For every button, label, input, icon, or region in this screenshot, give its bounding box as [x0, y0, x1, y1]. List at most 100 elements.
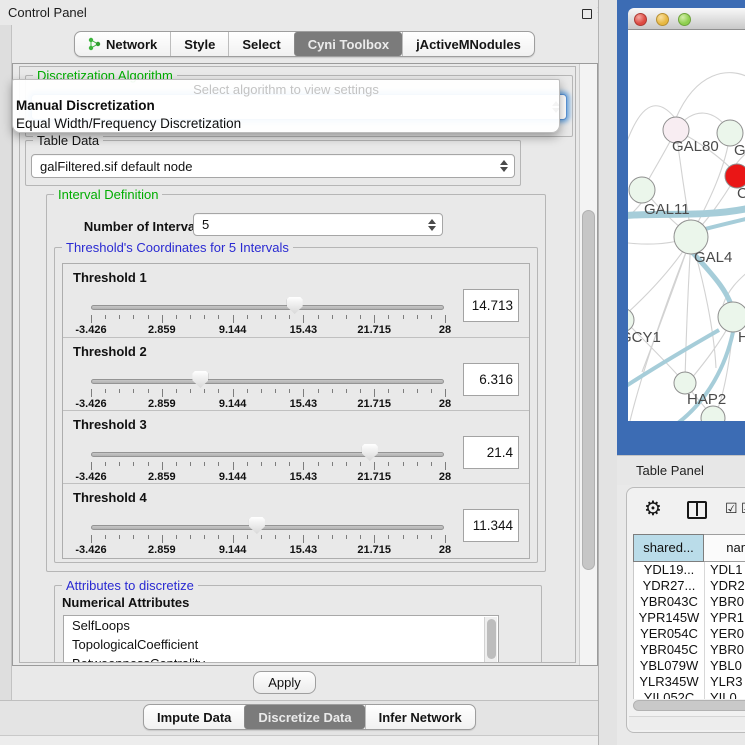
- slider-thumb[interactable]: [362, 444, 378, 461]
- tick-mark: [176, 535, 177, 539]
- tick-mark: [346, 315, 347, 319]
- tab-cyni-toolbox[interactable]: Cyni Toolbox: [294, 32, 402, 56]
- tab-label: Select: [242, 37, 280, 52]
- slider-thumb[interactable]: [249, 517, 265, 534]
- table-row[interactable]: YDR27...YDR2: [634, 578, 745, 594]
- apply-button[interactable]: Apply: [253, 671, 316, 694]
- tick-mark: [318, 462, 319, 466]
- scale-label: 9.144: [219, 544, 247, 556]
- slider-ticks: [91, 315, 445, 324]
- slider-thumb[interactable]: [287, 297, 303, 314]
- tick-mark: [176, 462, 177, 466]
- left-scroll-strip[interactable]: [0, 25, 12, 745]
- panel-divider[interactable]: [598, 0, 617, 745]
- tick-mark: [360, 389, 361, 393]
- slider-track[interactable]: [91, 452, 444, 457]
- table-row[interactable]: YPR145WYPR1: [634, 610, 745, 626]
- tick-mark: [403, 535, 404, 539]
- top-tab-bar: Network Style Select Cyni ToolboxjActiveMNo…: [74, 31, 535, 57]
- tick-mark: [119, 535, 120, 539]
- column-header-name[interactable]: name: [704, 534, 745, 562]
- tick-mark: [162, 535, 163, 543]
- table-cell: YIL052C: [634, 690, 705, 699]
- table-row[interactable]: YER054CYER0: [634, 626, 745, 642]
- attribute-item[interactable]: SelfLoops: [64, 616, 498, 635]
- attribute-item[interactable]: TopologicalCoefficient: [64, 635, 498, 654]
- tick-mark: [417, 389, 418, 393]
- table-row[interactable]: YIL052CYIL0: [634, 690, 745, 699]
- table-row[interactable]: YBR045CYBR0: [634, 642, 745, 658]
- slider-track[interactable]: [91, 525, 444, 530]
- network-node[interactable]: [701, 406, 725, 421]
- tick-mark: [374, 315, 375, 323]
- algorithm-popup-options: Manual DiscretizationEqual Width/Frequen…: [13, 97, 559, 133]
- scale-label: -3.426: [75, 324, 106, 336]
- tick-mark: [218, 462, 219, 466]
- tab-discretize-data[interactable]: Discretize Data: [244, 705, 364, 729]
- attribute-item[interactable]: BetweennessCentrality: [64, 654, 498, 663]
- threshold-value-field[interactable]: 11.344: [463, 509, 519, 542]
- slider-ticks: [91, 462, 445, 471]
- tab-network[interactable]: Network: [75, 32, 170, 56]
- tick-mark: [388, 462, 389, 466]
- table-row[interactable]: YLR345WYLR3: [634, 674, 745, 690]
- network-node-gal11[interactable]: [629, 177, 655, 203]
- tick-mark: [218, 389, 219, 393]
- tick-mark: [119, 462, 120, 466]
- network-node-h[interactable]: [718, 302, 745, 332]
- tab-jactivemnodules[interactable]: jActiveMNodules: [402, 32, 534, 56]
- attributes-scrollbar[interactable]: [484, 617, 497, 663]
- network-window: GAL80GACGAL11GAL4GCY1HHAP2: [628, 8, 745, 421]
- network-graph[interactable]: GAL80GACGAL11GAL4GCY1HHAP2: [628, 30, 745, 421]
- tab-impute-data[interactable]: Impute Data: [144, 705, 244, 729]
- slider-track[interactable]: [91, 379, 444, 384]
- tick-mark: [148, 315, 149, 319]
- threshold-value-field[interactable]: 6.316: [463, 363, 519, 396]
- discretize-form: Discretization Algorithm Table Data galF…: [19, 66, 576, 663]
- table-horizontal-scrollbar[interactable]: [633, 700, 745, 711]
- algorithm-option-manual-discretization[interactable]: Manual Discretization: [13, 97, 559, 115]
- numerical-attributes-list[interactable]: SelfLoopsTopologicalCoefficientBetweenne…: [63, 615, 499, 663]
- algorithm-option-equal-width-frequency-discretization[interactable]: Equal Width/Frequency Discretization: [13, 115, 559, 133]
- close-traffic-light-icon[interactable]: [634, 13, 647, 26]
- tick-mark: [105, 535, 106, 539]
- threshold-value-field[interactable]: 21.4: [463, 436, 519, 469]
- table-data-combo[interactable]: galFiltered.sif default node: [31, 154, 515, 178]
- column-header-shared-[interactable]: shared...: [633, 534, 704, 562]
- table-cell: YBL0: [705, 658, 745, 674]
- checkbox-icon[interactable]: ☑: [741, 500, 745, 517]
- tick-mark: [431, 535, 432, 539]
- tick-mark: [431, 462, 432, 466]
- minimize-traffic-light-icon[interactable]: [656, 13, 669, 26]
- gear-icon[interactable]: ⚙: [644, 496, 662, 521]
- thresholds-group-title: Threshold's Coordinates for 5 Intervals: [62, 240, 293, 255]
- tick-mark: [233, 389, 234, 397]
- tab-infer-network[interactable]: Infer Network: [365, 705, 475, 729]
- split-pane-icon[interactable]: [687, 501, 707, 519]
- attributes-scrollbar-thumb[interactable]: [487, 619, 496, 659]
- tick-mark: [332, 315, 333, 319]
- network-window-titlebar[interactable]: [628, 8, 745, 30]
- slider-thumb[interactable]: [192, 371, 208, 388]
- node-label: HAP2: [687, 391, 726, 408]
- float-window-icon[interactable]: [582, 9, 592, 19]
- main-scrollbar-thumb[interactable]: [582, 210, 595, 570]
- tab-style[interactable]: Style: [170, 32, 228, 56]
- zoom-traffic-light-icon[interactable]: [678, 13, 691, 26]
- tick-mark: [162, 315, 163, 323]
- table-panel-title: Table Panel: [636, 463, 704, 478]
- network-canvas[interactable]: GAL80GACGAL11GAL4GCY1HHAP2: [628, 30, 745, 421]
- checkbox-icon[interactable]: ☑: [725, 500, 738, 517]
- threshold-value-field[interactable]: 14.713: [463, 289, 519, 322]
- number-of-intervals-combo[interactable]: 5: [193, 213, 443, 236]
- tab-select[interactable]: Select: [228, 32, 293, 56]
- table-cell: YPR1: [705, 610, 745, 626]
- table-row[interactable]: YBR043CYBR0: [634, 594, 745, 610]
- scale-label: 28: [439, 398, 451, 410]
- slider-track[interactable]: [91, 305, 444, 310]
- tick-mark: [204, 462, 205, 466]
- tab-label: Network: [106, 37, 157, 52]
- table-row[interactable]: YBL079WYBL0: [634, 658, 745, 674]
- tick-mark: [303, 462, 304, 470]
- table-row[interactable]: YDL19...YDL1: [634, 562, 745, 578]
